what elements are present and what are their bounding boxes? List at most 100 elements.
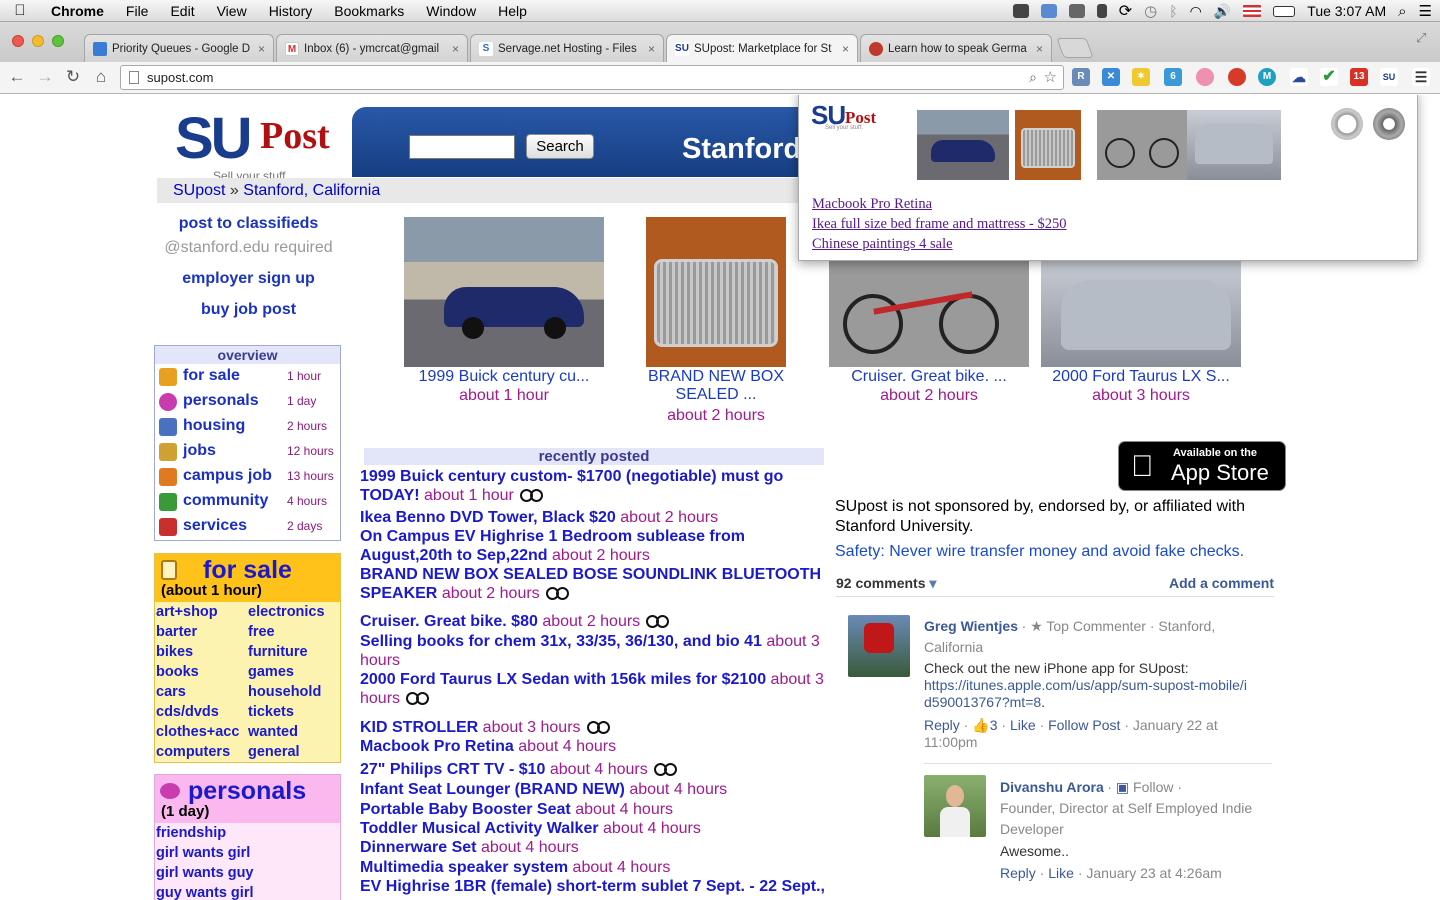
category-electronics[interactable]: electronics [248, 604, 325, 620]
tab-german[interactable]: Learn how to speak Germa × [860, 34, 1052, 62]
popup-link[interactable]: Ikea full size bed frame and mattress - … [812, 216, 1066, 233]
post-title[interactable]: Dinnerware Set [360, 839, 476, 856]
avatar[interactable] [848, 615, 910, 677]
menu-view[interactable]: View [206, 3, 258, 19]
overview-label[interactable]: for sale [183, 367, 240, 385]
post-title[interactable]: Toddler Musical Activity Walker [360, 820, 599, 837]
status-icon[interactable] [1012, 4, 1029, 18]
popup-logo[interactable]: SU Post Sell your stuff. [811, 100, 891, 131]
calendar-icon[interactable]: 6 [1164, 68, 1182, 86]
commenter-name[interactable]: Divanshu Arora [1000, 779, 1104, 795]
post-item[interactable]: Multimedia speaker system about 4 hours [360, 858, 830, 877]
category-girl-wants-guy[interactable]: girl wants guy [156, 865, 254, 881]
like-link[interactable]: Like [1048, 865, 1074, 881]
tab-gmail[interactable]: M Inbox (6) - ymcrcat@gmail × [276, 34, 468, 62]
category-cars[interactable]: cars [156, 684, 186, 700]
category-books[interactable]: books [156, 664, 199, 680]
category-household[interactable]: household [248, 684, 321, 700]
add-comment-link[interactable]: Add a comment [1169, 575, 1274, 591]
avatar[interactable] [924, 775, 986, 837]
us-flag-icon[interactable] [1243, 5, 1262, 17]
forward-icon[interactable]: → [34, 66, 56, 88]
reload-icon[interactable]: ↻ [62, 66, 84, 88]
category-friendship[interactable]: friendship [156, 825, 226, 841]
popup-link[interactable]: Macbook Pro Retina [812, 196, 932, 213]
post-item[interactable]: BRAND NEW BOX SEALED BOSE SOUNDLINK BLUE… [360, 565, 830, 603]
settings-gear-icon[interactable] [1373, 108, 1405, 140]
blue-sedan-photo[interactable] [404, 217, 604, 367]
popup-thumb-bike[interactable] [1097, 110, 1187, 180]
post-title[interactable]: KID STROLLER [360, 719, 478, 736]
post-item[interactable]: 27" Philips CRT TV - $10 about 4 hours [360, 760, 830, 779]
new-tab-button[interactable] [1056, 38, 1094, 58]
for-sale-title[interactable]: for sale [203, 556, 292, 585]
post-item[interactable]: 2000 Ford Taurus LX Sedan with 156k mile… [360, 670, 830, 708]
post-title[interactable]: EV Highrise 1BR (female) short-term subl… [360, 878, 825, 895]
close-tab-icon[interactable]: × [842, 42, 849, 56]
overview-label[interactable]: campus job [183, 467, 272, 485]
notification-center-icon[interactable]: ☰ [1419, 2, 1432, 20]
post-title[interactable]: Portable Baby Booster Seat [360, 801, 571, 818]
category-tickets[interactable]: tickets [248, 704, 294, 720]
category-guy-wants-girl[interactable]: guy wants girl [156, 885, 254, 900]
close-tab-icon[interactable]: × [258, 42, 265, 56]
menu-help[interactable]: Help [487, 3, 538, 19]
popup-thumb-sedan[interactable] [917, 110, 1009, 180]
popup-thumb-taurus[interactable] [1187, 110, 1281, 180]
tab-supost[interactable]: SU SUpost: Marketplace for St × [666, 34, 858, 62]
overview-row-housing[interactable]: housing 2 hours [159, 416, 339, 438]
checkmark-icon[interactable]: ✔ [1320, 68, 1338, 86]
home-icon[interactable]: ⌂ [90, 66, 112, 88]
readability-icon[interactable]: R [1072, 68, 1090, 86]
category-free[interactable]: free [248, 624, 275, 640]
bookmark-star-icon[interactable]: ☆ [1044, 66, 1057, 89]
overview-label[interactable]: personals [183, 392, 259, 410]
close-tab-icon[interactable]: × [452, 42, 459, 56]
overview-label[interactable]: services [183, 517, 247, 535]
category-furniture[interactable]: furniture [248, 644, 308, 660]
menu-edit[interactable]: Edit [159, 3, 205, 19]
category-art-shop[interactable]: art+shop [156, 604, 218, 620]
popup-thumb-speaker[interactable] [1015, 110, 1081, 180]
menu-window[interactable]: Window [415, 3, 487, 19]
post-title[interactable]: 27" Philips CRT TV - $10 [360, 761, 545, 778]
category-bikes[interactable]: bikes [156, 644, 193, 660]
bicycle-photo[interactable] [829, 260, 1029, 367]
time-machine-icon[interactable]: ◷ [1144, 2, 1157, 20]
reply-link[interactable]: Reply [924, 717, 960, 733]
dropbox-icon[interactable] [1040, 4, 1057, 18]
pie-icon[interactable] [1228, 68, 1246, 86]
comment-date[interactable]: January 23 at 4:26am [1086, 865, 1221, 881]
post-title[interactable]: Multimedia speaker system [360, 859, 568, 876]
zoom-icon[interactable]: ⌕ [1029, 66, 1037, 89]
post-item[interactable]: EV Highrise 1BR (female) short-term subl… [360, 877, 830, 896]
reply-link[interactable]: Reply [1000, 865, 1036, 881]
post-item[interactable]: Infant Seat Lounger (BRAND NEW) about 4 … [360, 780, 830, 799]
follow-post-link[interactable]: Follow Post [1048, 717, 1120, 733]
breadcrumb-home[interactable]: SUpost [173, 182, 225, 199]
featured-caption[interactable]: 1999 Buick century cu... [404, 368, 604, 386]
overview-row-for-sale[interactable]: for sale 1 hour [159, 366, 339, 388]
category-general[interactable]: general [248, 744, 300, 760]
overview-row-personals[interactable]: personals 1 day [159, 391, 339, 413]
fullscreen-icon[interactable]: ⤢ [1416, 30, 1426, 46]
apple-icon[interactable]:  [0, 2, 40, 19]
post-title[interactable]: BRAND NEW BOX SEALED BOSE SOUNDLINK BLUE… [360, 566, 821, 602]
featured-caption[interactable]: BRAND NEW BOX SEALED ... [616, 368, 816, 404]
search-input[interactable] [409, 135, 515, 159]
delicious-icon[interactable]: ✕ [1102, 68, 1120, 86]
refresh-icon[interactable] [1331, 108, 1363, 140]
back-icon[interactable]: ← [6, 66, 28, 88]
overview-label[interactable]: community [183, 492, 268, 510]
post-title[interactable]: Selling books for chem 31x, 33/35, 36/13… [360, 633, 762, 650]
post-item[interactable]: Dinnerware Set about 4 hours [360, 838, 830, 857]
post-to-classifieds-link[interactable]: post to classifieds [155, 215, 342, 233]
post-title[interactable]: Ikea Benno DVD Tower, Black $20 [360, 509, 616, 526]
menu-app-chrome[interactable]: Chrome [40, 3, 115, 19]
supost-logo[interactable]: SU Post Sell your stuff. [175, 105, 345, 183]
sync-icon[interactable]: ⟳ [1119, 1, 1132, 21]
category-barter[interactable]: barter [156, 624, 197, 640]
post-item[interactable]: Cruiser. Great bike. $80 about 2 hours [360, 612, 830, 631]
supost-extension-icon[interactable]: SU [1380, 68, 1398, 86]
minimize-window-icon[interactable] [32, 35, 44, 47]
